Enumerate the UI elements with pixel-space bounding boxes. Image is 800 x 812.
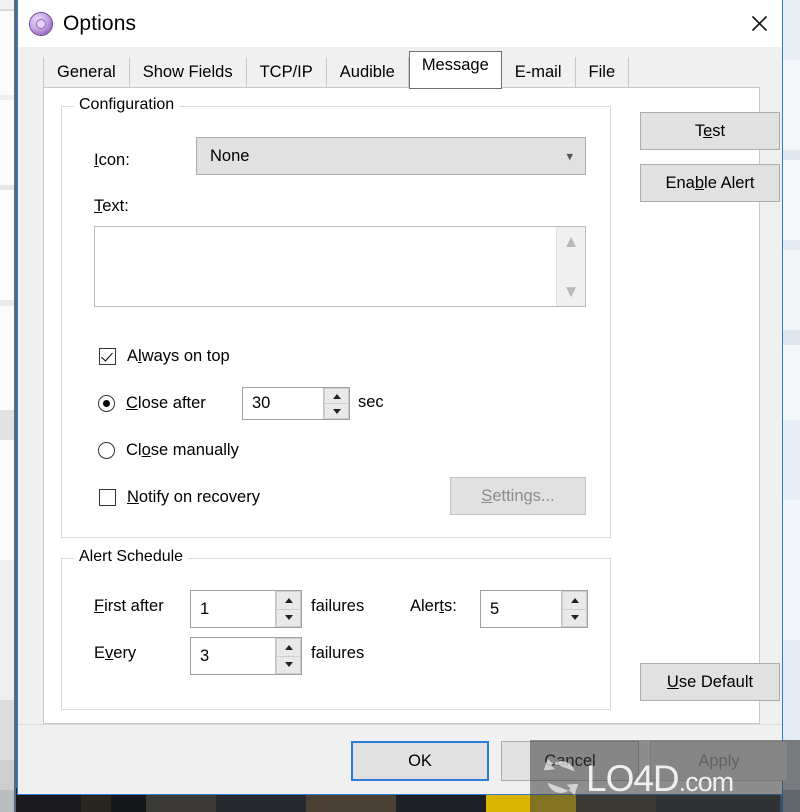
stepper-down-icon[interactable] — [276, 655, 301, 674]
tab-e-mail[interactable]: E-mail — [501, 57, 576, 88]
ok-button-label: OK — [408, 751, 432, 770]
alerts-input[interactable] — [481, 591, 561, 627]
tab-general[interactable]: General — [43, 57, 130, 88]
close-after-unit-label: sec — [358, 393, 384, 411]
first-after-unit-label: failures — [311, 597, 365, 615]
first-after-stepper-buttons[interactable] — [275, 591, 301, 627]
enable-alert-button[interactable]: Enable Alert — [640, 164, 780, 202]
every-stepper[interactable] — [190, 637, 302, 675]
target-circle-icon — [29, 11, 53, 36]
tab-label: TCP/IP — [259, 63, 313, 81]
apply-button-label: Apply — [698, 751, 740, 770]
settings-button[interactable]: Settings... — [450, 477, 586, 515]
ok-button[interactable]: OK — [351, 741, 489, 781]
every-label: Every — [94, 644, 137, 662]
close-after-stepper[interactable] — [242, 387, 350, 420]
settings-button-label: Settings... — [481, 486, 555, 505]
tab-message[interactable]: Message — [408, 51, 502, 89]
close-manually-radio[interactable]: Close manually — [98, 441, 239, 460]
every-input[interactable] — [191, 638, 275, 674]
checkbox-box — [99, 348, 116, 365]
close-manually-label: Close manually — [126, 441, 239, 459]
text-area-scrollbar[interactable]: ▲ ▼ — [556, 227, 585, 306]
stepper-down-icon[interactable] — [562, 608, 587, 627]
stepper-up-icon[interactable] — [324, 388, 349, 403]
every-stepper-buttons[interactable] — [275, 638, 301, 674]
stepper-up-icon[interactable] — [562, 591, 587, 609]
tab-label: Message — [421, 56, 489, 74]
tab-label: Audible — [339, 63, 395, 81]
alert-schedule-legend: Alert Schedule — [74, 548, 189, 566]
use-default-button[interactable]: Use Default — [640, 663, 780, 701]
window-title: Options — [63, 11, 137, 35]
stepper-up-icon[interactable] — [276, 591, 301, 609]
stepper-down-icon[interactable] — [276, 608, 301, 627]
first-after-input[interactable] — [191, 591, 275, 627]
cancel-button-label: Cancel — [544, 751, 596, 770]
configuration-group: Configuration Icon: None ▾ Text: ▲ ▼ Alw… — [61, 96, 611, 538]
icon-label: Icon: — [94, 151, 130, 169]
alerts-label: Alerts: — [410, 597, 457, 615]
enable-alert-button-label: Enable Alert — [665, 173, 755, 192]
tab-show-fields[interactable]: Show Fields — [129, 57, 247, 88]
tab-audible[interactable]: Audible — [326, 57, 409, 88]
tab-label: File — [588, 63, 616, 81]
stepper-up-icon[interactable] — [276, 638, 301, 656]
alert-schedule-group: Alert Schedule First after failures Aler… — [61, 548, 611, 710]
radio-box — [98, 395, 115, 412]
stepper-down-icon[interactable] — [324, 403, 349, 419]
icon-select-value: None — [210, 146, 250, 165]
chevron-down-icon: ▾ — [566, 148, 573, 164]
tab-tcp-ip[interactable]: TCP/IP — [246, 57, 327, 88]
icon-select[interactable]: None ▾ — [196, 137, 586, 175]
always-on-top-checkbox[interactable]: Always on top — [99, 347, 230, 366]
tab-label: E-mail — [514, 63, 562, 81]
use-default-button-label: Use Default — [666, 672, 754, 691]
every-unit-label: failures — [311, 644, 365, 662]
close-icon[interactable] — [736, 0, 782, 46]
message-tab-page: Configuration Icon: None ▾ Text: ▲ ▼ Alw… — [43, 87, 780, 724]
apply-button[interactable]: Apply — [650, 741, 788, 781]
text-label: Text: — [94, 197, 129, 215]
notify-on-recovery-checkbox[interactable]: Notify on recovery — [99, 488, 260, 507]
dialog-footer: OK Cancel Apply — [18, 724, 788, 794]
close-after-label: Close after — [126, 394, 206, 412]
test-button-label: Test — [694, 121, 726, 140]
close-after-input[interactable] — [243, 388, 323, 419]
checkbox-box — [99, 489, 116, 506]
first-after-label: First after — [94, 597, 164, 615]
radio-box — [98, 442, 115, 459]
tab-strip: General Show Fields TCP/IP Audible Messa… — [18, 47, 782, 89]
cancel-button[interactable]: Cancel — [501, 741, 639, 781]
notify-on-recovery-label: Notify on recovery — [127, 488, 260, 506]
scroll-up-icon[interactable]: ▲ — [563, 233, 580, 250]
configuration-legend: Configuration — [74, 96, 180, 114]
tab-file[interactable]: File — [575, 57, 630, 88]
close-after-radio[interactable]: Close after — [98, 394, 206, 413]
options-dialog: Options General Show Fields TCP/IP Audib… — [17, 0, 788, 795]
message-text-area[interactable]: ▲ ▼ — [94, 226, 586, 307]
always-on-top-label: Always on top — [127, 347, 230, 365]
close-after-stepper-buttons[interactable] — [323, 388, 349, 419]
tab-label: General — [57, 63, 116, 81]
alerts-stepper-buttons[interactable] — [561, 591, 587, 627]
title-bar: Options — [18, 0, 782, 47]
scroll-down-icon[interactable]: ▼ — [563, 283, 580, 300]
message-text-input[interactable] — [95, 227, 556, 306]
alerts-stepper[interactable] — [480, 590, 588, 628]
test-button[interactable]: Test — [640, 112, 780, 150]
background-window-right — [780, 0, 800, 812]
tab-label: Show Fields — [142, 63, 233, 81]
first-after-stepper[interactable] — [190, 590, 302, 628]
